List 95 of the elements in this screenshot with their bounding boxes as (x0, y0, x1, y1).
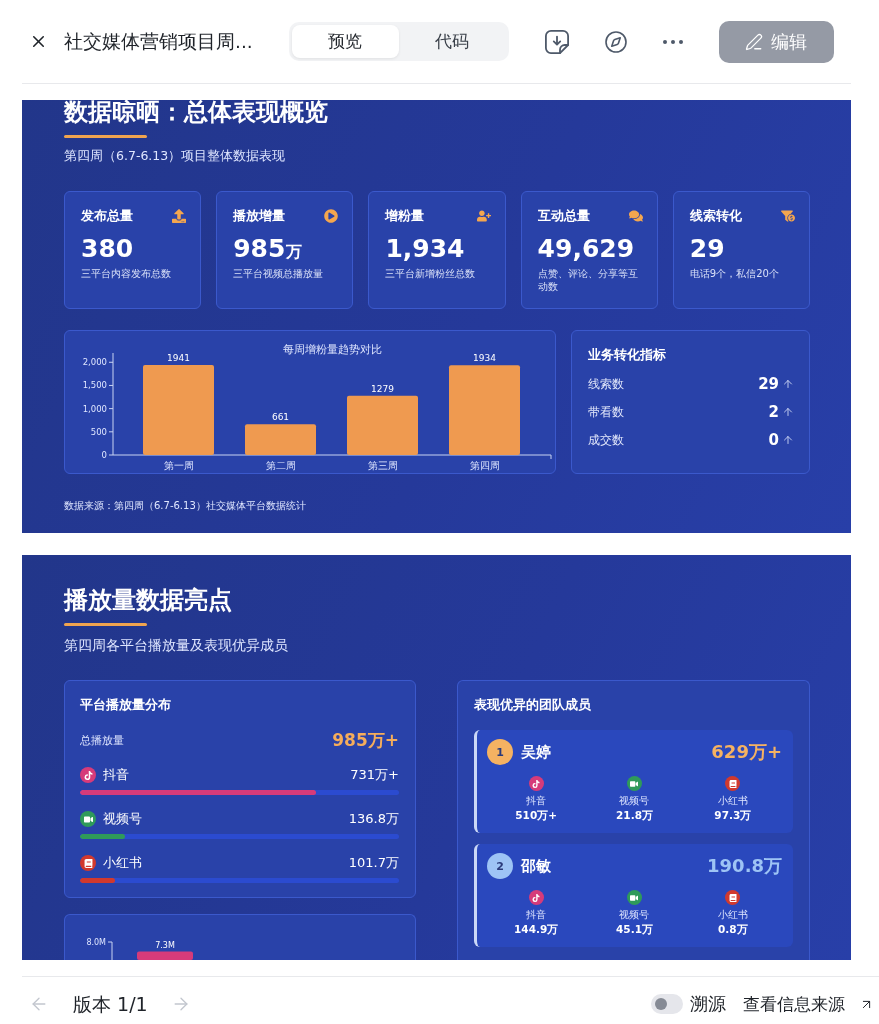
axis-tick-label: 8.0M (86, 938, 106, 947)
platform-name: 视频号 (619, 795, 650, 807)
axis-category-label: 第三周 (367, 460, 398, 471)
bar-value-label: 661 (271, 412, 290, 423)
total-value: 985万+ (332, 731, 399, 749)
kpi-value: 380 (81, 235, 134, 263)
kpi-label: 线索转化 (689, 208, 742, 224)
source-note: 数据来源：第四周（6.7-6.13）社交媒体平台数据统计 (64, 499, 306, 512)
kpi-description: 电话9个，私信20个 (689, 267, 779, 280)
kpi-description: 三平台视频总播放量 (233, 267, 324, 280)
kpi-value: 49,629 (537, 235, 635, 263)
axis-category-label: 第四周 (469, 460, 500, 471)
platform-name: 视频号 (103, 811, 142, 827)
metric-value: 2 (768, 403, 779, 421)
chat-bubbles-icon (628, 209, 643, 223)
member-name: 吴婷 (521, 743, 551, 761)
chart-bar (347, 395, 418, 455)
chart-title: 每周增粉量趋势对比 (282, 343, 382, 355)
chart-bar (245, 424, 316, 455)
total-label: 总播放量 (80, 733, 124, 747)
kpi-description: 点赞、评论、分享等互动数 (537, 267, 639, 293)
toggle-label: 溯源 (690, 992, 726, 1016)
platform-value: 0.8万 (718, 923, 748, 936)
metric-value: 0 (768, 431, 779, 449)
axis-category-label: 第二周 (265, 460, 296, 471)
axis-tick-label: 2,000 (82, 357, 107, 368)
axis-category-label: 第一周 (163, 460, 194, 471)
upload-icon (172, 209, 187, 223)
slide-subtitle: 第四周（6.7-6.13）项目整体数据表现 (64, 149, 286, 163)
axis-tick-label: 500 (90, 426, 107, 437)
bar-value-label: 7.3M (155, 941, 175, 950)
platform-name: 小红书 (717, 795, 748, 807)
trace-toggle[interactable] (651, 994, 683, 1014)
document-title: 社交媒体营销项目周... (64, 29, 253, 54)
kpi-value: 985 (233, 235, 286, 263)
view-tab[interactable]: 预览 (291, 25, 399, 58)
kpi-label: 发布总量 (81, 208, 133, 224)
compass-icon (603, 29, 628, 54)
platform-value: 731万+ (350, 767, 399, 783)
version-label: 版本 1/1 (73, 992, 148, 1016)
bar-value-label: 1941 (167, 353, 190, 363)
bar-value-label: 1934 (473, 353, 496, 364)
platform-name: 抖音 (526, 909, 547, 921)
panel-title: 业务转化指标 (588, 347, 666, 363)
more-button[interactable] (662, 39, 683, 44)
platform-name: 抖音 (103, 767, 129, 783)
funnel-dollar-icon (781, 209, 795, 223)
kpi-unit: 万 (286, 242, 303, 262)
platform-value: 97.3万 (714, 809, 752, 822)
member-total: 629万+ (711, 741, 782, 763)
platform-value: 144.9万 (514, 923, 559, 936)
panel-title: 平台播放量分布 (80, 697, 171, 713)
metric-value: 29 (758, 375, 779, 393)
compass-button[interactable] (603, 29, 628, 54)
kpi-label: 增粉量 (385, 208, 425, 224)
platform-value: 136.8万 (348, 811, 399, 827)
user-plus-icon (476, 209, 491, 223)
more-icon (662, 39, 683, 44)
axis-tick-label: 1,500 (82, 380, 107, 391)
axis-tick-label: 0 (101, 450, 107, 460)
view-tab[interactable]: 代码 (398, 25, 506, 58)
slide-title: 数据晾晒：总体表现概览 (64, 100, 328, 124)
y-axis (107, 941, 113, 960)
view-sources-link[interactable]: 查看信息来源 (743, 992, 874, 1016)
platform-name: 视频号 (619, 909, 650, 921)
platform-name: 小红书 (103, 855, 142, 871)
slide-subtitle: 第四周各平台播放量及表现优异成员 (64, 637, 288, 653)
platform-value: 21.8万 (616, 809, 653, 822)
metric-label: 带看数 (588, 404, 624, 420)
rank-badge: 2 (487, 853, 513, 879)
platform-name: 小红书 (717, 909, 748, 921)
member-name: 邵敏 (521, 857, 551, 875)
kpi-label: 互动总量 (537, 208, 590, 224)
kpi-value: 1,934 (385, 235, 465, 263)
kpi-description: 三平台新增粉丝总数 (385, 267, 476, 280)
panel-title: 表现优异的团队成员 (474, 697, 591, 713)
rank-badge: 1 (487, 739, 513, 765)
platform-value: 45.1万 (616, 923, 653, 936)
slide-title: 播放量数据亮点 (64, 588, 232, 612)
download-button[interactable] (544, 29, 569, 54)
metric-label: 线索数 (588, 376, 624, 392)
pencil-icon (745, 32, 764, 51)
bar-value-label: 1279 (371, 383, 394, 394)
kpi-description: 三平台内容发布总数 (81, 267, 171, 280)
member-total: 190.8万 (707, 855, 782, 877)
chart-bar (137, 951, 193, 960)
metric-label: 成交数 (588, 432, 624, 448)
play-icon (324, 209, 339, 223)
platform-name: 抖音 (526, 795, 547, 807)
platform-value: 101.7万 (348, 855, 399, 871)
kpi-value: 29 (689, 235, 725, 263)
document-download-icon (544, 29, 569, 54)
platform-value: 510万+ (515, 809, 557, 822)
axis-tick-label: 1,000 (82, 403, 107, 414)
kpi-label: 播放增量 (233, 208, 286, 224)
